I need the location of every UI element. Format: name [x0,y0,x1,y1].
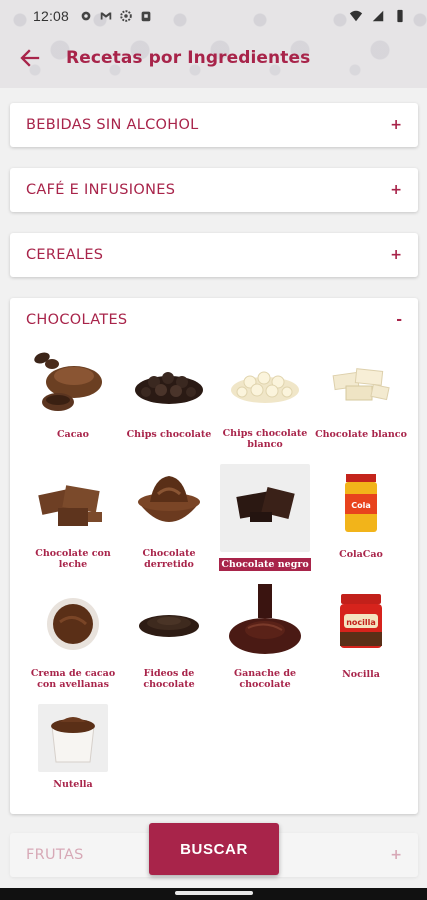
ingredient-item[interactable]: nocilla Nocilla [314,584,408,681]
ingredient-item[interactable]: Chocolate blanco [314,344,408,441]
expand-plus-icon[interactable]: + [390,247,402,263]
ingredient-label: Chocolate negro [219,558,311,571]
melted-chocolate-icon [124,464,214,542]
wifi-icon [349,10,363,22]
home-gesture-handle[interactable] [175,891,253,895]
section-cereales[interactable]: CEREALES + [10,233,418,277]
settings-gear-icon [81,11,91,21]
arrow-back-icon [20,49,40,67]
ingredient-label: Nocilla [342,669,380,680]
ingredient-item[interactable]: Fideos de chocolate [122,584,216,691]
expand-plus-icon[interactable]: + [390,847,402,863]
section-header[interactable]: CEREALES + [10,233,418,277]
ingredient-label: Nutella [53,779,93,790]
ingredient-label: Cacao [57,429,89,440]
svg-text:nocilla: nocilla [346,618,376,627]
expand-plus-icon[interactable]: + [390,182,402,198]
ingredient-item[interactable]: Cacao [26,344,120,441]
ingredient-item[interactable]: Chocolate con leche [26,464,120,571]
ingredient-item[interactable]: Chips chocolate blanco [218,344,312,451]
ingredient-item[interactable]: Ganache de chocolate [218,584,312,691]
ingredient-item[interactable]: Nutella [26,704,120,791]
system-navigation-bar [0,888,427,900]
ingredient-item[interactable]: Cola ColaCao [314,464,408,561]
app-bar: Recetas por Ingredientes [0,32,427,84]
status-bar: 12:08 [0,0,427,32]
section-header[interactable]: BEBIDAS SIN ALCOHOL + [10,103,418,147]
ingredient-label: Fideos de chocolate [143,668,195,690]
dark-chocolate-icon [220,464,310,552]
expand-plus-icon[interactable]: + [390,117,402,133]
white-chocolate-icon [316,344,406,422]
section-cafe-e-infusiones[interactable]: CAFÉ E INFUSIONES + [10,168,418,212]
back-button[interactable] [0,32,60,84]
section-title: CAFÉ E INFUSIONES [26,182,176,198]
section-header[interactable]: CAFÉ E INFUSIONES + [10,168,418,212]
section-header[interactable]: CHOCOLATES - [10,298,418,342]
colacao-jar-icon: Cola [316,464,406,542]
ingredient-label: Chips chocolate [126,429,212,440]
status-time: 12:08 [33,8,70,24]
ingredient-item[interactable]: Chips chocolate [122,344,216,441]
section-title: FRUTAS [26,847,84,863]
chocolate-sprinkles-icon [124,584,214,662]
ingredient-label: ColaCao [339,549,383,560]
section-title: CEREALES [26,247,104,263]
ingredient-label: Crema de cacao con avellanas [30,668,116,690]
nutella-jar-icon [38,704,108,772]
ganache-icon [220,584,310,662]
section-bebidas-sin-alcohol[interactable]: BEBIDAS SIN ALCOHOL + [10,103,418,147]
ingredient-item[interactable]: Crema de cacao con avellanas [26,584,120,691]
ingredient-label: Ganache de chocolate [233,668,297,690]
ingredient-categories: BEBIDAS SIN ALCOHOL + CAFÉ E INFUSIONES … [0,88,427,900]
gmail-icon [100,12,112,20]
ingredient-label: Chips chocolate blanco [222,428,308,450]
security-shield-icon [141,11,151,22]
section-title: BEBIDAS SIN ALCOHOL [26,117,199,133]
section-chocolates: CHOCOLATES - Cacao Chips chocolate Chips… [10,298,418,814]
chips-white-chocolate-icon [220,344,310,422]
ingredient-label: Chocolate derretido [142,548,196,570]
section-title: CHOCOLATES [26,312,128,328]
collapse-minus-icon[interactable]: - [396,312,402,328]
svg-text:Cola: Cola [351,501,371,510]
cacao-icon [28,344,118,422]
cell-signal-icon [372,10,384,22]
app-header: 12:08 Recetas por Ingredientes [0,0,427,88]
chips-chocolate-icon [124,344,214,422]
system-gear-icon [120,10,132,22]
milk-chocolate-icon [28,464,118,542]
page-title: Recetas por Ingredientes [66,48,311,68]
ingredient-item-selected[interactable]: Chocolate negro [218,464,312,571]
ingredient-label: Chocolate blanco [315,429,407,440]
battery-icon [397,9,403,23]
nocilla-jar-icon: nocilla [316,584,406,662]
cocoa-cream-icon [28,584,118,662]
ingredient-label: Chocolate con leche [35,548,111,570]
ingredient-item[interactable]: Chocolate derretido [122,464,216,571]
search-button[interactable]: BUSCAR [149,823,279,875]
